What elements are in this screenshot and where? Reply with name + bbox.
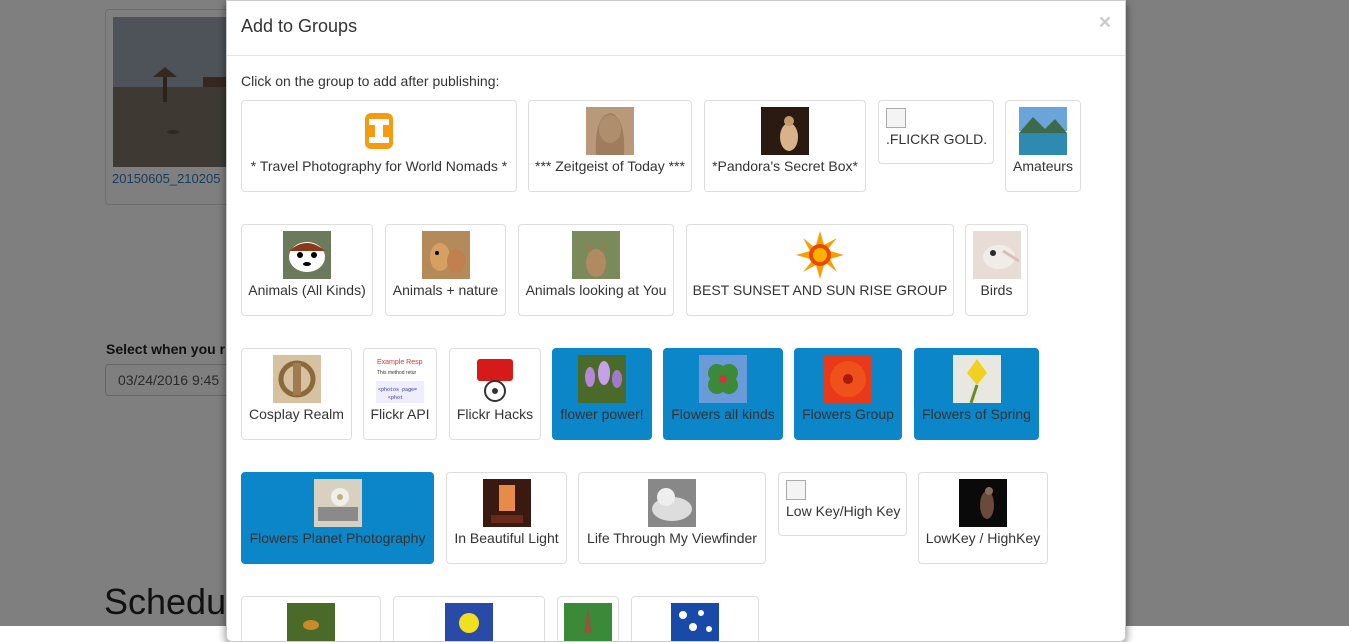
crocus-thumb — [578, 355, 626, 403]
close-button[interactable]: × — [1099, 11, 1111, 35]
group-travel-photography[interactable]: * Travel Photography for World Nomads * — [241, 100, 517, 192]
svg-text:<phot: <phot — [388, 395, 403, 401]
group-flowers-group[interactable]: Flowers Group — [794, 348, 902, 440]
group-cosplay-realm[interactable]: Cosplay Realm — [241, 348, 352, 440]
instructions-text: Click on the group to add after publishi… — [241, 73, 500, 89]
group-flowers-all-kinds[interactable]: Flowers all kinds — [663, 348, 783, 440]
group-name: Life Through My Viewfinder — [587, 530, 757, 546]
portrait-thumb — [586, 107, 634, 155]
group-name: Animals looking at You — [525, 282, 667, 298]
modal-title: Add to Groups — [241, 16, 358, 36]
bird-thumb — [972, 231, 1021, 279]
group-name: Flowers Group — [802, 406, 894, 422]
group-leaf[interactable] — [557, 596, 619, 641]
svg-text:This method retur: This method retur — [377, 370, 417, 376]
group-animals-nature[interactable]: Animals + nature — [385, 224, 506, 316]
broken-image-icon — [886, 108, 906, 128]
code-snippet-thumb: Example Resp This method retur <photos pag… — [376, 355, 424, 403]
leaf-thumb — [564, 603, 612, 641]
group-name: Flowers all kinds — [671, 406, 775, 422]
clover-thumb — [699, 355, 747, 403]
group-name: Flowers of Spring — [922, 406, 1031, 422]
daffodil-thumb — [952, 355, 1001, 403]
dark-figure-thumb — [959, 479, 1007, 527]
group-animals-looking-at-you[interactable]: Animals looking at You — [518, 224, 674, 316]
group-name: Low Key/High Key — [786, 503, 901, 519]
group-smiley[interactable] — [393, 596, 545, 641]
group-life-through-my-viewfinder[interactable]: Life Through My Viewfinder — [578, 472, 766, 564]
red-panda-thumb — [283, 231, 331, 279]
group-name: Animals (All Kinds) — [248, 282, 366, 298]
viewmaster-thumb — [471, 355, 519, 403]
smiley-thumb — [445, 603, 493, 641]
group-flowers-of-spring[interactable]: Flowers of Spring — [914, 348, 1039, 440]
broken-image-icon — [786, 480, 806, 500]
dogs-thumb — [421, 231, 470, 279]
group-name: .FLICKR GOLD. — [886, 131, 988, 147]
group-name: LowKey / HighKey — [925, 530, 1041, 546]
sun-icon — [796, 231, 844, 279]
insect-thumb — [287, 603, 335, 641]
group-lowkey-highkey[interactable]: LowKey / HighKey — [918, 472, 1048, 564]
group-name: *Pandora's Secret Box* — [712, 158, 858, 174]
group-pattern[interactable] — [631, 596, 759, 641]
add-to-groups-modal: Add to Groups × Click on the group to ad… — [226, 0, 1126, 642]
group-name: Cosplay Realm — [249, 406, 344, 422]
group-amateurs[interactable]: Amateurs — [1005, 100, 1081, 192]
group-insect[interactable] — [241, 596, 381, 641]
svg-text:Example Resp: Example Resp — [377, 359, 423, 366]
pattern-thumb — [671, 603, 719, 641]
group-name: Birds — [980, 282, 1013, 298]
baby-thumb — [648, 479, 696, 527]
flower-book-thumb — [313, 479, 362, 527]
svg-text:<photos page=: <photos page= — [378, 387, 417, 393]
group-name: * Travel Photography for World Nomads * — [250, 158, 508, 174]
group-in-beautiful-light[interactable]: In Beautiful Light — [446, 472, 567, 564]
modal-header: Add to Groups × — [227, 1, 1125, 56]
window-light-thumb — [482, 479, 531, 527]
group-name: Flickr Hacks — [456, 406, 534, 422]
group-flickr-gold[interactable]: .FLICKR GOLD. — [878, 100, 994, 164]
group-zeitgeist-of-today[interactable]: *** Zeitgeist of Today *** — [528, 100, 692, 192]
deer-thumb — [572, 231, 620, 279]
group-name: *** Zeitgeist of Today *** — [535, 158, 685, 174]
cosplay-thumb — [272, 355, 321, 403]
lake-thumb — [1019, 107, 1067, 155]
group-flower-power[interactable]: flower power! — [552, 348, 652, 440]
group-name: Amateurs — [1013, 158, 1073, 174]
group-birds[interactable]: Birds — [965, 224, 1028, 316]
group-flickr-hacks[interactable]: Flickr Hacks — [449, 348, 541, 440]
group-animals-all-kinds[interactable]: Animals (All Kinds) — [241, 224, 373, 316]
group-pandoras-secret-box[interactable]: *Pandora's Secret Box* — [704, 100, 866, 192]
group-best-sunset[interactable]: BEST SUNSET AND SUN RISE GROUP — [686, 224, 954, 316]
group-name: Flowers Planet Photography — [249, 530, 426, 546]
hibiscus-thumb — [824, 355, 872, 403]
group-flickr-api[interactable]: Example Resp This method retur <photos pag… — [363, 348, 437, 440]
group-low-key-high-key[interactable]: Low Key/High Key — [778, 472, 907, 536]
group-name: In Beautiful Light — [454, 530, 559, 546]
painting-thumb — [761, 107, 809, 155]
group-name: Flickr API — [370, 406, 430, 422]
travel-logo-icon — [355, 107, 403, 155]
group-name: flower power! — [560, 406, 644, 422]
group-flowers-planet-photography[interactable]: Flowers Planet Photography — [241, 472, 434, 564]
group-name: Animals + nature — [392, 282, 499, 298]
group-name: BEST SUNSET AND SUN RISE GROUP — [692, 282, 948, 298]
